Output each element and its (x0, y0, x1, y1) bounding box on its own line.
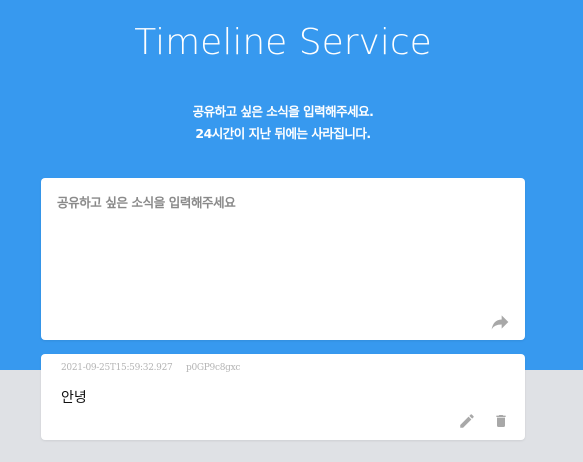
submit-post-button[interactable] (487, 310, 513, 334)
post-input[interactable] (41, 178, 525, 308)
post-card: 2021-09-25T15:59:32.927 p0GP9c8gxc 안녕 (41, 354, 525, 440)
trash-icon (496, 415, 506, 427)
subtitle-line-2: 24시간이 지난 뒤에는 사라집니다. (195, 126, 371, 141)
post-content: 안녕 (61, 390, 87, 406)
post-timestamp: 2021-09-25T15:59:32.927 (61, 363, 173, 373)
pencil-icon (460, 414, 474, 428)
delete-post-button[interactable] (489, 409, 513, 433)
page-title: Timeline Service (134, 22, 432, 63)
share-icon (491, 315, 509, 330)
post-author-id: p0GP9c8gxc (186, 363, 241, 373)
edit-post-button[interactable] (455, 409, 479, 433)
subtitle-line-1: 공유하고 싶은 소식을 입력해주세요. (192, 104, 374, 119)
post-composer (41, 178, 525, 340)
